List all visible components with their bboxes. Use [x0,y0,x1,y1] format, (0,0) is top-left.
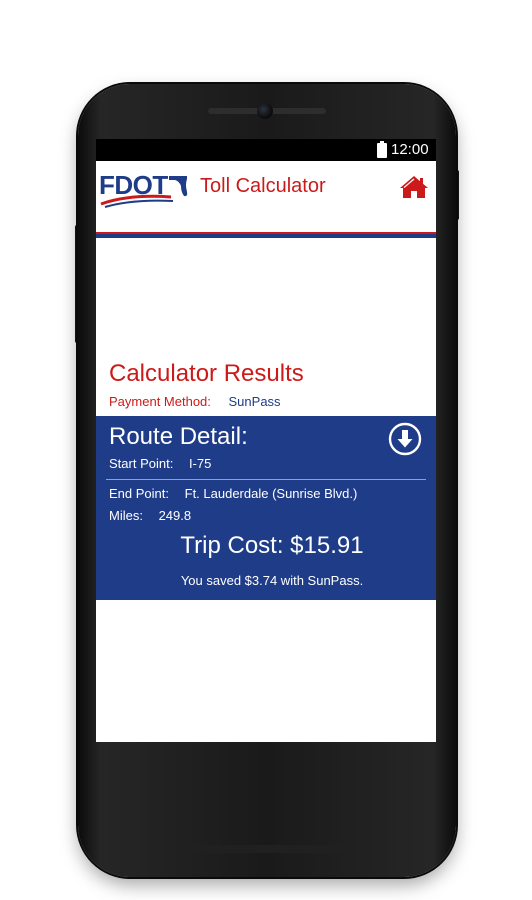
payment-method-value: SunPass [228,394,281,409]
end-point-row: End Point: Ft. Lauderdale (Sunrise Blvd.… [109,486,357,502]
payment-method-label: Payment Method: [109,394,211,409]
front-camera [257,103,273,119]
fdot-logo: FDOT [99,170,191,210]
home-icon[interactable] [399,175,429,199]
start-point-value: I-75 [188,456,212,471]
end-point-label: End Point: [109,486,169,501]
miles-label: Miles: [109,508,143,523]
savings-message: You saved $3.74 with SunPass. [180,573,364,588]
trip-cost: Trip Cost: $15.91 [180,532,364,559]
status-time: 12:00 [391,141,429,158]
bottom-speaker [180,845,352,853]
end-point-value: Ft. Lauderdale (Sunrise Blvd.) [184,486,358,501]
download-arrow-icon[interactable] [388,422,422,456]
route-detail-panel: Route Detail: Start Point: I-75 End Poin… [96,416,436,600]
app-title: Toll Calculator [200,175,326,197]
florida-logo-icon [100,176,188,208]
miles-value: 249.8 [158,508,192,523]
status-bar: 12:00 [96,139,436,161]
start-point-row: Start Point: I-75 [109,456,211,472]
route-detail-title: Route Detail: [109,423,248,450]
results-title: Calculator Results [109,360,304,387]
route-divider [106,479,426,480]
battery-icon [377,141,387,158]
payment-method-row: Payment Method: SunPass [109,394,281,410]
header-rule-blue [96,234,436,238]
start-point-label: Start Point: [109,456,174,471]
app-header: FDOT Toll Calculator [96,161,436,238]
miles-row: Miles: 249.8 [109,508,191,524]
app-screen: 12:00 FDOT Toll Calculator Calculator Re… [96,139,436,742]
